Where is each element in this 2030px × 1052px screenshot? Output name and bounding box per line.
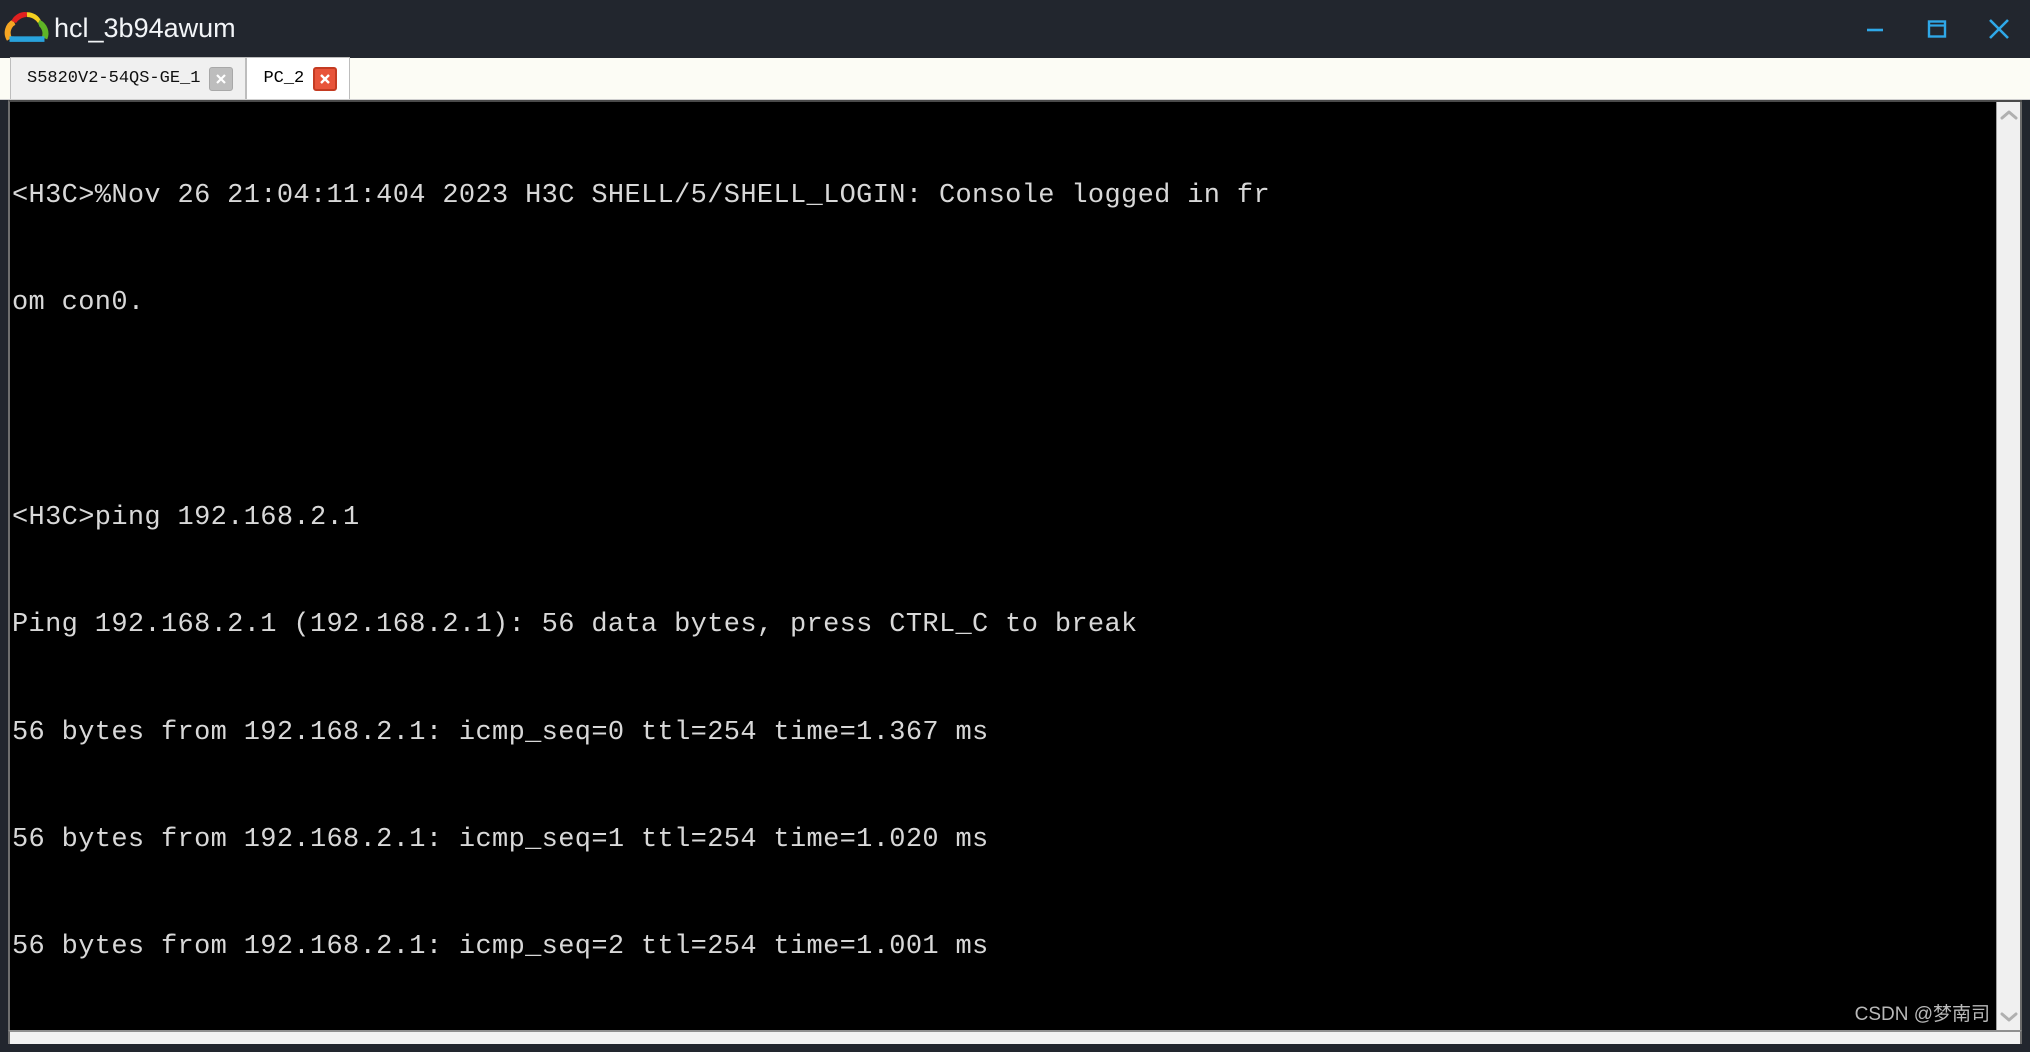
chevron-down-icon xyxy=(2000,1012,2017,1022)
tab-label: PC_2 xyxy=(263,69,305,88)
horizontal-scrollbar[interactable] xyxy=(8,1030,2022,1044)
minimize-button[interactable] xyxy=(1844,0,1906,58)
chevron-up-icon xyxy=(2000,110,2017,120)
tab-s5820v2-54qs-ge-1[interactable]: S5820V2-54QS-GE_1 xyxy=(10,57,247,99)
terminal-panel: <H3C>%Nov 26 21:04:11:404 2023 H3C SHELL… xyxy=(0,100,2030,1044)
terminal-row: <H3C>%Nov 26 21:04:11:404 2023 H3C SHELL… xyxy=(8,100,2022,1030)
close-button[interactable] xyxy=(1968,0,2030,58)
close-icon xyxy=(216,73,227,84)
terminal-line: 56 bytes from 192.168.2.1: icmp_seq=2 tt… xyxy=(12,932,989,963)
terminal-line: <H3C>ping 192.168.2.1 xyxy=(12,502,360,533)
application-window: hcl_3b94awum S5820V2-54QS-GE_1 PC_2 <H3C… xyxy=(0,0,2030,1052)
terminal-line: om con0. xyxy=(12,287,145,318)
tab-close-button-1[interactable] xyxy=(313,66,338,91)
tab-close-button-0[interactable] xyxy=(209,66,234,91)
terminal-lines: <H3C>%Nov 26 21:04:11:404 2023 H3C SHELL… xyxy=(12,104,1996,1030)
maximize-button[interactable] xyxy=(1906,0,1968,58)
vertical-scrollbar[interactable] xyxy=(1996,102,2022,1030)
title-bar: hcl_3b94awum xyxy=(0,0,2030,58)
cloud-logo-icon xyxy=(4,12,49,42)
terminal-line: 56 bytes from 192.168.2.1: icmp_seq=0 tt… xyxy=(12,717,989,748)
tab-label: S5820V2-54QS-GE_1 xyxy=(27,69,201,88)
terminal-line: <H3C>%Nov 26 21:04:11:404 2023 H3C SHELL… xyxy=(12,180,1270,211)
terminal-line: 56 bytes from 192.168.2.1: icmp_seq=1 tt… xyxy=(12,824,989,855)
scroll-down-button[interactable] xyxy=(1996,1004,2022,1030)
window-controls xyxy=(1844,0,2030,58)
window-bottom-edge xyxy=(0,1044,2030,1052)
terminal-output[interactable]: <H3C>%Nov 26 21:04:11:404 2023 H3C SHELL… xyxy=(10,102,1996,1030)
close-icon xyxy=(1989,19,2009,39)
terminal-line: Ping 192.168.2.1 (192.168.2.1): 56 data … xyxy=(12,610,1138,641)
tab-strip: S5820V2-54QS-GE_1 PC_2 xyxy=(0,57,2030,100)
tab-pc-2[interactable]: PC_2 xyxy=(246,57,351,99)
window-title: hcl_3b94awum xyxy=(54,12,236,43)
minimize-icon xyxy=(1867,28,1883,32)
close-icon xyxy=(320,73,331,84)
maximize-icon xyxy=(1927,20,1947,38)
scroll-up-button[interactable] xyxy=(1996,102,2022,128)
